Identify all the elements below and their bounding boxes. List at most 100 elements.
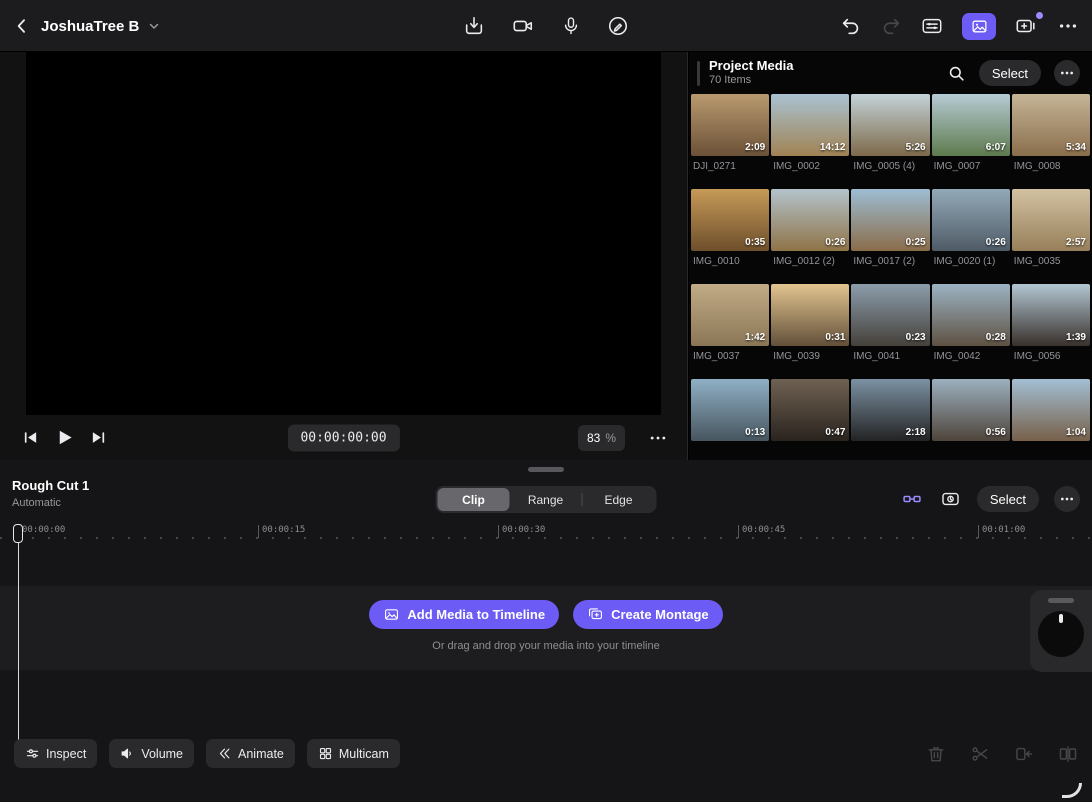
- media-thumbnail[interactable]: 0:23: [851, 284, 929, 346]
- ruler-label: 00:00:45: [738, 525, 785, 538]
- segment-edge[interactable]: Edge: [583, 488, 655, 511]
- clip-duration-badge: 0:31: [825, 332, 845, 343]
- media-thumbnail[interactable]: 5:26: [851, 94, 929, 156]
- back-button[interactable]: [12, 16, 32, 36]
- split-clip-button[interactable]: [1058, 744, 1078, 764]
- media-thumbnail[interactable]: 2:09: [691, 94, 769, 156]
- pencil-tools-button[interactable]: [607, 15, 629, 37]
- viewer-more-button[interactable]: [647, 428, 669, 448]
- panel-drag-handle[interactable]: [697, 61, 700, 86]
- voiceover-button[interactable]: [561, 15, 581, 37]
- media-item[interactable]: 0:56: [932, 379, 1010, 446]
- add-to-timeline-button[interactable]: [1014, 15, 1038, 37]
- media-thumbnail[interactable]: 0:26: [771, 189, 849, 251]
- media-item[interactable]: 0:23 IMG_0041: [851, 284, 929, 362]
- media-thumbnail[interactable]: 0:47: [771, 379, 849, 441]
- media-thumbnail[interactable]: 0:31: [771, 284, 849, 346]
- media-thumbnail[interactable]: 1:39: [1012, 284, 1090, 346]
- media-thumbnail[interactable]: 6:07: [932, 94, 1010, 156]
- search-button[interactable]: [947, 64, 966, 83]
- media-item[interactable]: 5:34IMG_0008: [1012, 94, 1090, 172]
- redo-button[interactable]: [880, 15, 902, 37]
- ruler-label: 00:00:00: [18, 525, 65, 538]
- media-item[interactable]: 0:28IMG_0042: [932, 284, 1010, 362]
- skip-to-start-button[interactable]: [22, 429, 39, 446]
- media-filename: IMG_0020 (1): [932, 256, 1010, 267]
- video-preview[interactable]: [26, 52, 661, 415]
- media-thumbnail[interactable]: 1:42: [691, 284, 769, 346]
- bottom-toolbar: Inspect Volume Animate Multicam: [0, 739, 1092, 768]
- media-browser-button[interactable]: [962, 13, 996, 40]
- media-filename: IMG_0041: [851, 351, 929, 362]
- playhead[interactable]: [13, 524, 24, 740]
- clip-appearance-button[interactable]: [939, 489, 962, 509]
- media-item[interactable]: 5:26IMG_0005 (4): [851, 94, 929, 172]
- more-button[interactable]: [1056, 15, 1080, 37]
- media-item[interactable]: 0:47: [771, 379, 849, 446]
- media-item[interactable]: 2:18: [851, 379, 929, 446]
- playhead-handle[interactable]: [13, 524, 23, 543]
- media-panel-count: 70 Items: [709, 74, 751, 86]
- media-item[interactable]: 6:07IMG_0007: [932, 94, 1010, 172]
- delete-clip-button[interactable]: [926, 744, 946, 764]
- media-more-button[interactable]: [1054, 60, 1080, 86]
- scissors-icon: [970, 744, 990, 764]
- media-item[interactable]: 0:26IMG_0012 (2): [771, 189, 849, 267]
- volume-button[interactable]: Volume: [109, 739, 194, 768]
- trash-icon: [926, 744, 946, 764]
- inspect-button[interactable]: Inspect: [14, 739, 97, 768]
- media-thumbnail[interactable]: 0:26: [932, 189, 1010, 251]
- media-filename: DJI_0271: [691, 161, 769, 172]
- media-select-button[interactable]: Select: [979, 60, 1041, 86]
- media-item[interactable]: 0:25IMG_0017 (2): [851, 189, 929, 267]
- media-thumbnail[interactable]: 0:25: [851, 189, 929, 251]
- media-item[interactable]: 2:57IMG_0035: [1012, 189, 1090, 267]
- media-thumbnail[interactable]: 0:28: [932, 284, 1010, 346]
- segment-range[interactable]: Range: [510, 488, 582, 511]
- clip-duration-badge: 0:28: [986, 332, 1006, 343]
- clip-connections-button[interactable]: [900, 489, 924, 509]
- timeline-resize-handle[interactable]: [528, 467, 564, 472]
- play-button[interactable]: [55, 428, 74, 447]
- media-thumbnail[interactable]: 0:35: [691, 189, 769, 251]
- media-item[interactable]: 14:12IMG_0002: [771, 94, 849, 172]
- media-thumbnail[interactable]: 5:34: [1012, 94, 1090, 156]
- import-media-button[interactable]: [463, 15, 485, 37]
- media-item[interactable]: 0:31IMG_0039: [771, 284, 849, 362]
- media-thumbnail[interactable]: 14:12: [771, 94, 849, 156]
- overwrite-button[interactable]: [1014, 744, 1034, 764]
- create-montage-button[interactable]: Create Montage: [573, 600, 723, 629]
- media-item[interactable]: 1:39IMG_0056: [1012, 284, 1090, 362]
- multicam-button[interactable]: Multicam: [307, 739, 400, 768]
- add-media-to-timeline-button[interactable]: Add Media to Timeline: [369, 600, 559, 629]
- media-item[interactable]: 1:04: [1012, 379, 1090, 446]
- jog-drag-bar[interactable]: [1048, 598, 1074, 603]
- zoom-control[interactable]: 83 %: [578, 425, 625, 451]
- search-icon: [947, 64, 966, 83]
- controls-panel-button[interactable]: [920, 15, 944, 37]
- jog-wheel[interactable]: [1030, 590, 1092, 672]
- camera-record-button[interactable]: [511, 15, 535, 37]
- media-thumbnail[interactable]: 2:57: [1012, 189, 1090, 251]
- clip-duration-badge: 6:07: [986, 142, 1006, 153]
- import-icon: [463, 15, 485, 37]
- timeline-more-button[interactable]: [1054, 486, 1080, 512]
- media-thumbnail[interactable]: 2:18: [851, 379, 929, 441]
- animate-button[interactable]: Animate: [206, 739, 295, 768]
- segment-clip[interactable]: Clip: [438, 488, 510, 511]
- timeline-ruler[interactable]: 00:00:0000:00:1500:00:3000:00:4500:01:00: [0, 524, 1092, 546]
- skip-to-end-button[interactable]: [90, 429, 107, 446]
- undo-button[interactable]: [840, 15, 862, 37]
- media-item[interactable]: 0:26 IMG_0020 (1): [932, 189, 1010, 267]
- jog-dial[interactable]: [1038, 611, 1084, 657]
- media-thumbnail[interactable]: 1:04: [1012, 379, 1090, 441]
- media-item[interactable]: 2:09 DJI_0271: [691, 94, 769, 172]
- split-blade-button[interactable]: [970, 744, 990, 764]
- timeline-select-button[interactable]: Select: [977, 486, 1039, 512]
- project-menu-button[interactable]: [148, 20, 160, 32]
- media-item[interactable]: 0:35IMG_0010: [691, 189, 769, 267]
- media-item[interactable]: 0:13: [691, 379, 769, 446]
- media-thumbnail[interactable]: 0:56: [932, 379, 1010, 441]
- media-item[interactable]: 1:42IMG_0037: [691, 284, 769, 362]
- media-thumbnail[interactable]: 0:13: [691, 379, 769, 441]
